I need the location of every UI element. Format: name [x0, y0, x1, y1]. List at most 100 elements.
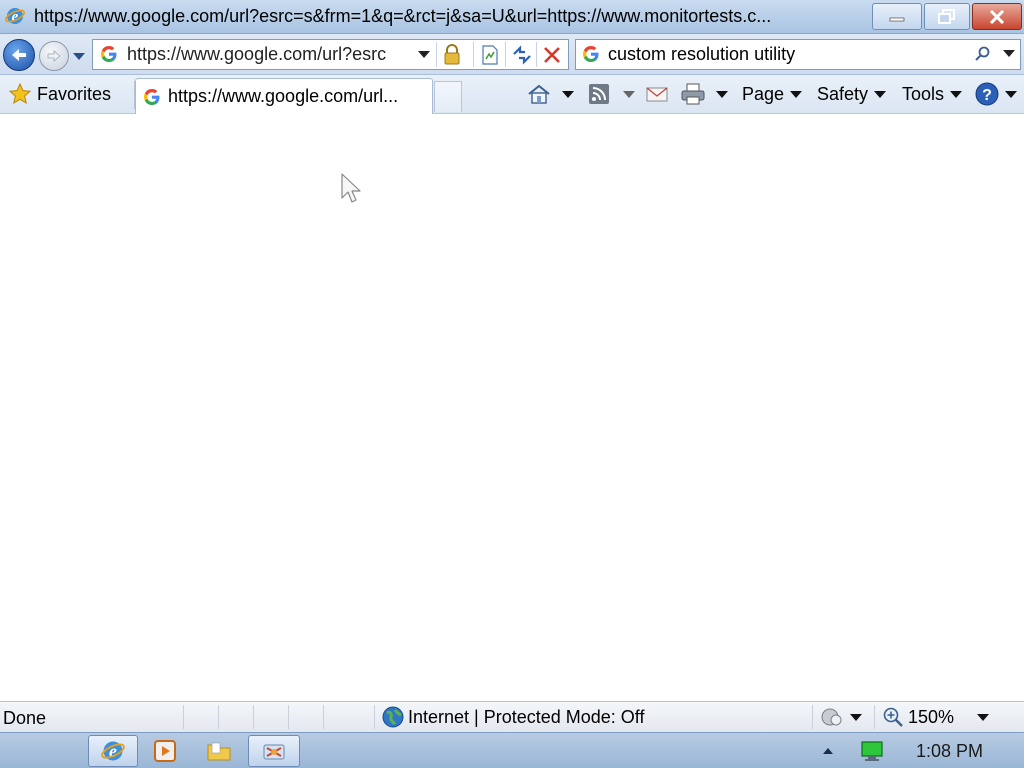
zoom-level: 150%: [908, 706, 955, 727]
status-bar: Done Internet | Protected Mode: Off 150%: [0, 701, 1024, 732]
read-mail-button[interactable]: [646, 80, 668, 108]
status-separator: [374, 705, 375, 729]
status-text: Done: [3, 708, 47, 728]
status-separator: [218, 705, 219, 729]
home-dropdown[interactable]: [562, 80, 574, 108]
favorites-command-bar: Favorites https://www.google.com/url...: [0, 75, 1024, 114]
security-zone-label: Internet | Protected Mode: Off: [408, 706, 645, 727]
favorites-label: Favorites: [37, 83, 112, 104]
lock-icon[interactable]: [443, 44, 461, 66]
back-arrow-icon: [12, 49, 26, 61]
tools-menu[interactable]: Tools: [902, 80, 963, 108]
window-title-bar[interactable]: e https://www.google.com/url?esrc=s&frm=…: [0, 0, 1024, 34]
taskbar-internet-explorer[interactable]: e: [88, 735, 138, 767]
svg-text:?: ?: [982, 87, 992, 104]
home-icon: [528, 84, 550, 104]
new-tab-button[interactable]: [434, 81, 462, 112]
address-separator: [436, 42, 437, 67]
privacy-eye-icon: [821, 708, 842, 726]
address-dropdown-icon[interactable]: [418, 51, 430, 59]
navigation-bar: [0, 34, 1024, 75]
search-options-dropdown-icon[interactable]: [1003, 50, 1015, 58]
close-button[interactable]: [972, 3, 1022, 30]
favorites-star-icon: [8, 82, 32, 105]
restore-button[interactable]: [924, 3, 970, 30]
status-separator: [253, 705, 254, 729]
page-menu-label: Page: [742, 83, 785, 104]
tools-menu-label: Tools: [902, 83, 945, 104]
feeds-dropdown[interactable]: [623, 80, 635, 108]
taskbar: e 1:08 PM: [0, 732, 1024, 768]
rss-feed-icon: [589, 84, 609, 104]
taskbar-clock[interactable]: 1:08 PM: [916, 741, 983, 762]
ie-logo-icon: e: [101, 741, 125, 761]
taskbar-open-app[interactable]: [248, 735, 300, 767]
address-separator: [473, 42, 474, 67]
close-icon: [989, 9, 1005, 24]
back-button[interactable]: [3, 39, 35, 71]
mail-icon: [646, 87, 668, 102]
folder-icon: [207, 742, 231, 761]
taskbar-media-player[interactable]: [142, 735, 188, 767]
privacy-report-button[interactable]: [820, 707, 862, 727]
status-separator: [288, 705, 289, 729]
show-hidden-icons-icon[interactable]: [822, 747, 834, 755]
forward-arrow-icon: [47, 50, 61, 62]
search-magnifier-icon[interactable]: [974, 45, 992, 63]
status-separator: [812, 705, 813, 729]
tab-label: https://www.google.com/url...: [168, 86, 399, 106]
chevron-down-icon: [874, 90, 887, 98]
tab-active[interactable]: https://www.google.com/url...: [135, 78, 433, 114]
address-separator: [505, 42, 506, 67]
restore-icon: [938, 8, 955, 24]
mouse-cursor-icon: [341, 173, 361, 203]
minimize-button[interactable]: [872, 3, 922, 30]
zoom-button[interactable]: 150%: [882, 706, 954, 728]
google-search-provider-icon: [583, 46, 599, 62]
chevron-down-icon: [790, 90, 803, 98]
zoom-dropdown-icon[interactable]: [977, 714, 989, 721]
chevron-down-icon: [716, 90, 728, 98]
status-separator: [183, 705, 184, 729]
status-separator: [323, 705, 324, 729]
page-content-area[interactable]: [0, 115, 1024, 701]
help-icon: ?: [975, 82, 999, 106]
print-dropdown[interactable]: [716, 80, 728, 108]
minimize-icon: [889, 17, 905, 21]
chevron-down-icon: [562, 90, 574, 98]
security-zone[interactable]: Internet | Protected Mode: Off: [382, 706, 644, 728]
window-title: https://www.google.com/url?esrc=s&frm=1&…: [34, 6, 772, 26]
chevron-down-icon: [850, 713, 862, 721]
address-input[interactable]: [127, 42, 407, 67]
stop-icon[interactable]: [542, 45, 562, 65]
safety-menu[interactable]: Safety: [817, 80, 887, 108]
google-favicon-icon: [101, 46, 117, 62]
ie-logo-icon: e: [4, 8, 26, 25]
page-menu[interactable]: Page: [742, 80, 803, 108]
home-button[interactable]: [527, 80, 551, 108]
print-button[interactable]: [680, 80, 706, 108]
safety-menu-label: Safety: [817, 83, 869, 104]
forward-button[interactable]: [39, 41, 69, 71]
search-input[interactable]: [608, 42, 968, 67]
printer-icon: [681, 83, 705, 105]
recent-pages-dropdown-icon[interactable]: [72, 52, 86, 62]
chevron-down-icon: [950, 90, 963, 98]
refresh-icon[interactable]: [511, 45, 533, 65]
chevron-down-icon: [623, 90, 635, 98]
app-icon: [263, 744, 285, 760]
feeds-button[interactable]: [588, 80, 610, 108]
search-bar[interactable]: [575, 39, 1021, 70]
google-favicon-icon: [144, 89, 160, 105]
zoom-magnifier-icon: [883, 707, 903, 727]
address-bar[interactable]: [92, 39, 569, 70]
taskbar-file-explorer[interactable]: [196, 735, 242, 767]
media-player-icon: [154, 740, 176, 762]
help-menu[interactable]: ?: [975, 80, 1017, 108]
favorites-button[interactable]: Favorites: [4, 79, 115, 109]
address-separator: [536, 42, 537, 67]
status-separator: [874, 705, 875, 729]
network-icon[interactable]: [860, 740, 884, 762]
globe-icon: [382, 706, 404, 728]
compatibility-view-icon[interactable]: [480, 44, 500, 66]
